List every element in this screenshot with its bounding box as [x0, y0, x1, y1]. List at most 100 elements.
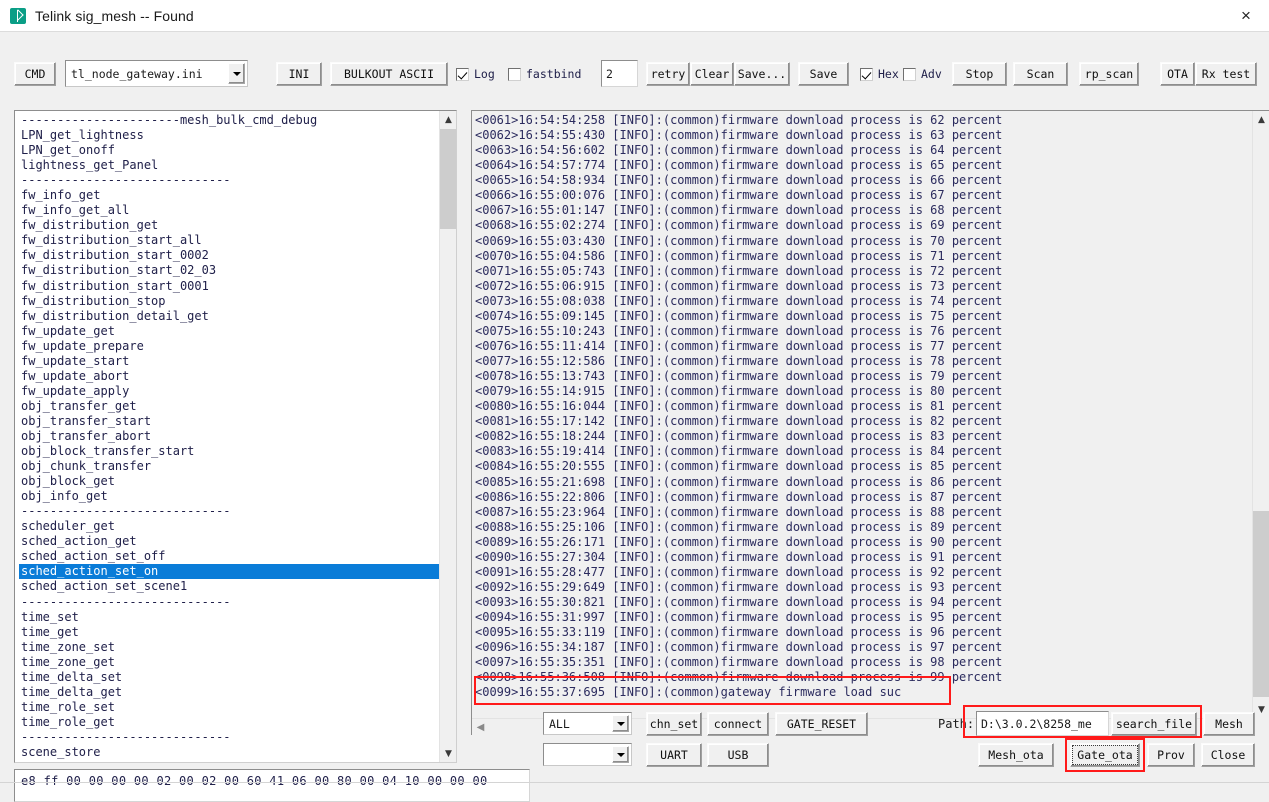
command-list-item[interactable]: time_set — [19, 610, 456, 625]
bulkout-ascii-button[interactable]: BULKOUT ASCII — [330, 62, 448, 86]
fastbind-checkbox-box[interactable] — [508, 67, 521, 81]
mesh-ota-button[interactable]: Mesh_ota — [978, 743, 1054, 767]
command-list-item[interactable]: obj_block_get — [19, 474, 456, 489]
address-select-combo[interactable]: ALL — [543, 712, 632, 735]
hex-checkbox-box[interactable] — [860, 67, 873, 81]
command-list-item[interactable]: sched_action_set_off — [19, 549, 456, 564]
command-list-item[interactable]: fw_update_start — [19, 354, 456, 369]
command-list-item[interactable]: scheduler_get — [19, 519, 456, 534]
rx-test-button[interactable]: Rx test — [1195, 62, 1257, 86]
command-list-item[interactable]: sched_action_set_scene1 — [19, 579, 456, 594]
command-list-item[interactable]: LPN_get_lightness — [19, 128, 456, 143]
log-output-panel[interactable]: <0061>16:54:54:258 [INFO]:(common)firmwa… — [471, 110, 1269, 735]
cmd-button[interactable]: CMD — [14, 62, 56, 86]
command-list-item[interactable]: obj_chunk_transfer — [19, 459, 456, 474]
command-list-item[interactable]: fw_update_prepare — [19, 339, 456, 354]
gate-reset-button[interactable]: GATE_RESET — [775, 712, 868, 736]
command-list-item[interactable]: fw_update_apply — [19, 384, 456, 399]
command-list-item[interactable]: fw_distribution_get — [19, 218, 456, 233]
ini-file-combo[interactable]: tl_node_gateway.ini — [65, 60, 248, 87]
log-scroll-left-icon[interactable]: ◀ — [472, 719, 489, 735]
log-scroll-up-icon[interactable]: ▲ — [1253, 111, 1269, 128]
command-list-item[interactable]: sched_action_get — [19, 534, 456, 549]
command-list-item[interactable]: time_role_get — [19, 715, 456, 730]
command-list[interactable]: ----------------------mesh_bulk_cmd_debu… — [14, 110, 457, 763]
command-list-item[interactable]: ----------------------------- — [19, 504, 456, 519]
command-list-item[interactable]: ----------------------------- — [19, 595, 456, 610]
log-checkbox[interactable]: Log — [456, 67, 495, 81]
ini-button[interactable]: INI — [276, 62, 322, 86]
scan-button[interactable]: Scan — [1013, 62, 1068, 86]
log-checkbox-box[interactable] — [456, 67, 469, 81]
command-list-item[interactable]: time_delta_get — [19, 685, 456, 700]
command-list-item[interactable]: fw_info_get — [19, 188, 456, 203]
command-list-item[interactable]: time_delta_set — [19, 670, 456, 685]
prov-button[interactable]: Prov — [1147, 743, 1195, 767]
command-list-scroll-thumb[interactable] — [440, 129, 456, 229]
hex-command-input[interactable]: e8 ff 00 00 00 00 02 00 02 00 60 41 06 0… — [14, 769, 530, 802]
command-list-item[interactable]: ----------------------mesh_bulk_cmd_debu… — [19, 113, 456, 128]
chevron-down-icon[interactable] — [612, 715, 629, 732]
adv-checkbox[interactable]: Adv — [903, 67, 942, 81]
command-list-item[interactable]: lightness_get_Panel — [19, 158, 456, 173]
window-close-button[interactable]: × — [1223, 0, 1269, 31]
mesh-button[interactable]: Mesh — [1203, 712, 1255, 736]
chevron-down-icon[interactable] — [612, 746, 629, 763]
command-list-item[interactable]: fw_distribution_start_0002 — [19, 248, 456, 263]
adv-checkbox-label: Adv — [921, 67, 942, 81]
stop-button[interactable]: Stop — [952, 62, 1007, 86]
usb-button[interactable]: USB — [707, 743, 769, 767]
log-line: <0096>16:55:34:187 [INFO]:(common)firmwa… — [475, 640, 1003, 655]
gate-ota-button[interactable]: Gate_ota — [1070, 743, 1140, 767]
log-vertical-scrollbar[interactable]: ▲ ▼ — [1252, 111, 1269, 718]
command-list-item[interactable]: ----------------------------- — [19, 173, 456, 188]
command-list-scrollbar[interactable]: ▲ ▼ — [439, 111, 456, 762]
log-scroll-thumb[interactable] — [1253, 511, 1269, 697]
chn-set-button[interactable]: chn_set — [646, 712, 702, 736]
command-list-item[interactable]: fw_distribution_detail_get — [19, 309, 456, 324]
adv-checkbox-box[interactable] — [903, 67, 916, 81]
command-list-item[interactable]: fw_update_abort — [19, 369, 456, 384]
hex-checkbox[interactable]: Hex — [860, 67, 899, 81]
close-button[interactable]: Close — [1201, 743, 1255, 767]
command-list-item[interactable]: obj_block_transfer_start — [19, 444, 456, 459]
ota-button[interactable]: OTA — [1160, 62, 1195, 86]
command-list-item[interactable]: fw_distribution_start_02_03 — [19, 263, 456, 278]
command-list-item[interactable]: time_zone_get — [19, 655, 456, 670]
command-list-item[interactable]: fw_distribution_start_all — [19, 233, 456, 248]
command-list-item[interactable]: obj_info_get — [19, 489, 456, 504]
rp-scan-button[interactable]: rp_scan — [1079, 62, 1139, 86]
scroll-down-icon[interactable]: ▼ — [440, 745, 456, 762]
firmware-path-input[interactable]: D:\3.0.2\8258_me — [976, 711, 1109, 736]
fastbind-checkbox[interactable]: fastbind — [508, 67, 581, 81]
retry-count-input[interactable]: 2 — [601, 60, 638, 87]
command-list-item[interactable]: obj_transfer_abort — [19, 429, 456, 444]
save-button[interactable]: Save — [798, 62, 849, 86]
chevron-down-icon[interactable] — [228, 63, 245, 84]
log-scroll-down-icon[interactable]: ▼ — [1253, 701, 1269, 718]
command-list-item[interactable]: time_role_set — [19, 700, 456, 715]
log-line: <0066>16:55:00:076 [INFO]:(common)firmwa… — [475, 188, 1003, 203]
log-line: <0095>16:55:33:119 [INFO]:(common)firmwa… — [475, 625, 1003, 640]
command-list-item[interactable]: ----------------------------- — [19, 730, 456, 745]
command-list-item[interactable]: obj_transfer_start — [19, 414, 456, 429]
command-list-item[interactable]: obj_transfer_get — [19, 399, 456, 414]
command-list-item[interactable]: fw_distribution_stop — [19, 294, 456, 309]
command-list-item[interactable]: fw_info_get_all — [19, 203, 456, 218]
command-list-item[interactable]: time_get — [19, 625, 456, 640]
command-list-item[interactable]: LPN_get_onoff — [19, 143, 456, 158]
command-list-item[interactable]: scene_store — [19, 745, 456, 760]
search-file-button[interactable]: search_file — [1111, 712, 1197, 736]
command-list-item[interactable]: fw_update_get — [19, 324, 456, 339]
client-area: CMD tl_node_gateway.ini INI BULKOUT ASCI… — [0, 31, 1269, 802]
uart-button[interactable]: UART — [646, 743, 702, 767]
retry-button[interactable]: retry — [646, 62, 690, 86]
port-select-combo[interactable] — [543, 743, 632, 766]
save-as-button[interactable]: Save... — [734, 62, 790, 86]
command-list-item[interactable]: sched_action_set_on — [19, 564, 456, 580]
scroll-up-icon[interactable]: ▲ — [440, 111, 456, 128]
command-list-item[interactable]: time_zone_set — [19, 640, 456, 655]
command-list-item[interactable]: fw_distribution_start_0001 — [19, 279, 456, 294]
clear-button[interactable]: Clear — [690, 62, 734, 86]
connect-button[interactable]: connect — [707, 712, 769, 736]
